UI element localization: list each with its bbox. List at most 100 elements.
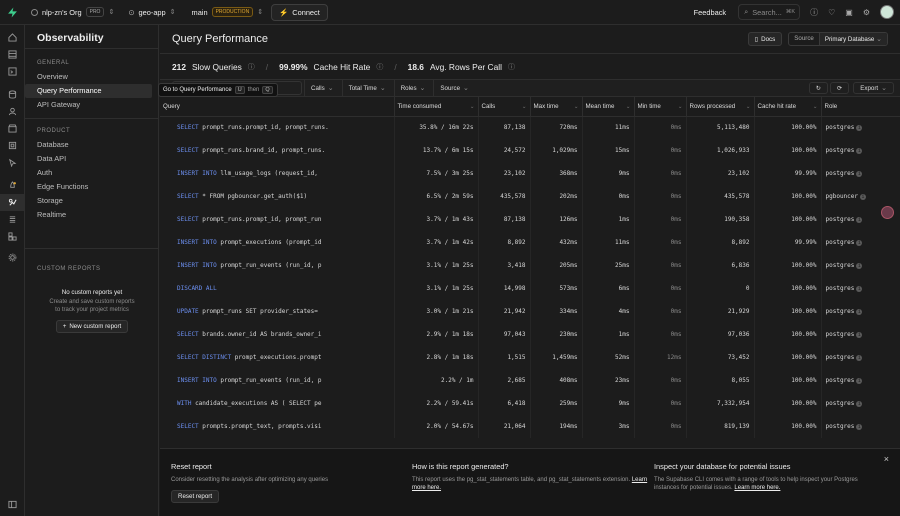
column-header-time-consumed[interactable]: Time consumed ⌄ [394, 97, 479, 117]
role-name: postgres [825, 308, 855, 315]
table-row[interactable]: SELECT * FROM pgbouncer.get_auth($1) 6.5%… [160, 185, 900, 208]
collapse-sidebar-icon[interactable] [0, 496, 25, 513]
edge-functions-icon[interactable] [0, 137, 25, 154]
project-settings-icon[interactable] [0, 249, 25, 266]
learn-more-link[interactable]: Learn more here. [734, 485, 780, 491]
table-row[interactable]: SELECT brands.owner_id AS brands_owner_i… [160, 323, 900, 346]
sidebar-item-overview[interactable]: Overview [25, 70, 158, 84]
floating-assistant-icon[interactable] [881, 206, 894, 219]
info-icon[interactable]: i [856, 262, 863, 269]
project-selector[interactable]: ⊙ geo-app ⇕ [128, 8, 175, 17]
sidebar-item-api-gateway[interactable]: API Gateway [25, 98, 158, 112]
info-icon[interactable]: i [856, 285, 863, 292]
info-icon[interactable]: i [856, 377, 863, 384]
source-selector[interactable]: Source Primary Database ⌄ [788, 32, 888, 46]
table-row[interactable]: SELECT DISTINCT prompt_executions.prompt… [160, 346, 900, 369]
help-icon[interactable]: ⓘ [810, 7, 818, 18]
page-title: Query Performance [172, 33, 268, 45]
column-header-min-time[interactable]: Min time ⌄ [634, 97, 687, 117]
column-header-max-time[interactable]: Max time ⌄ [530, 97, 583, 117]
sidebar-item-storage[interactable]: Storage [25, 194, 158, 208]
table-row[interactable]: INSERT INTO prompt_run_events (run_id, p… [160, 369, 900, 392]
supabase-logo[interactable] [0, 7, 25, 18]
new-custom-report-button[interactable]: + New custom report [55, 320, 129, 333]
observability-icon[interactable] [0, 194, 25, 211]
info-icon[interactable]: i [856, 354, 863, 361]
table-row[interactable]: INSERT INTO llm_usage_logs (request_id, … [160, 162, 900, 185]
info-icon[interactable]: i [856, 216, 863, 223]
storage-icon[interactable] [0, 120, 25, 137]
table-row[interactable]: DISCARD ALL 3.1% / 1m 25s 14,998 573ms 6ms 0m… [160, 277, 900, 300]
home-icon[interactable] [0, 29, 25, 46]
table-row[interactable]: SELECT prompt_runs.brand_id, prompt_runs… [160, 139, 900, 162]
table-row[interactable]: SELECT prompts.prompt_text, prompts.visi… [160, 415, 900, 438]
info-icon[interactable]: i [856, 147, 863, 154]
sidebar-item-query-performance[interactable]: Query Performance [25, 84, 152, 98]
how-generated-title: How is this report generated? [412, 462, 509, 471]
terminal-icon[interactable]: ▣ [845, 8, 853, 17]
auth-icon[interactable] [0, 103, 25, 120]
info-icon[interactable]: i [856, 331, 863, 338]
export-button[interactable]: Export ⌄ [853, 82, 894, 94]
info-icon[interactable]: i [856, 124, 863, 131]
settings-icon[interactable]: ⚙ [863, 8, 870, 17]
column-header-rows-processed[interactable]: Rows processed ⌄ [686, 97, 755, 117]
table-editor-icon[interactable] [0, 46, 25, 63]
org-selector[interactable]: nlp-zn's Org PRO ⇕ [31, 7, 114, 17]
refresh-icon[interactable]: ↻ [808, 82, 829, 94]
branch-selector[interactable]: main PRODUCTION ⇕ [191, 7, 263, 17]
total-time-filter[interactable]: Total Time ⌄ [341, 80, 392, 96]
cache-hit-cell: 99.99% [754, 162, 822, 185]
database-icon[interactable] [0, 86, 25, 103]
table-row[interactable]: WITH candidate_executions AS ( SELECT pe… [160, 392, 900, 415]
column-header-query[interactable]: Query [160, 97, 395, 117]
rows-per-call-value: 18.6 [407, 61, 424, 72]
info-icon[interactable]: i [856, 423, 863, 430]
inspect-db-title: Inspect your database for potential issu… [654, 462, 791, 471]
sidebar-item-realtime[interactable]: Realtime [25, 208, 158, 222]
table-row[interactable]: INSERT INTO prompt_executions (prompt_id… [160, 231, 900, 254]
info-icon[interactable]: i [856, 170, 863, 177]
column-header-role[interactable]: Role [821, 97, 900, 117]
info-icon[interactable]: i [856, 400, 863, 407]
column-header-calls[interactable]: Calls ⌄ [478, 97, 531, 117]
info-icon[interactable]: ⓘ [248, 62, 255, 72]
role-name: postgres [825, 216, 855, 223]
table-row[interactable]: INSERT INTO prompt_run_events (run_id, p… [160, 254, 900, 277]
feedback-button[interactable]: Feedback [694, 8, 726, 17]
column-header-mean-time[interactable]: Mean time ⌄ [582, 97, 635, 117]
sidebar-item-edge-functions[interactable]: Edge Functions [25, 180, 158, 194]
close-icon[interactable]: × [884, 454, 889, 464]
sidebar-item-database[interactable]: Database [25, 138, 158, 152]
column-header-cache-hit-rate[interactable]: Cache hit rate ⌄ [754, 97, 822, 117]
table-row[interactable]: SELECT prompt_runs.prompt_id, prompt_run… [160, 208, 900, 231]
search-input[interactable]: ⌕ Search... ⌘K [738, 4, 801, 20]
realtime-icon[interactable] [0, 154, 25, 171]
info-icon[interactable]: i [856, 308, 863, 315]
calls-filter[interactable]: Calls ⌄ [304, 80, 340, 96]
sidebar-item-auth[interactable]: Auth [25, 166, 158, 180]
avatar[interactable] [880, 5, 894, 19]
info-icon[interactable]: i [856, 239, 863, 246]
observability-sidebar: Observability GENERAL Overview Query Per… [25, 25, 159, 516]
lightbulb-icon[interactable]: ♡ [828, 8, 835, 17]
docs-button[interactable]: ▯ Docs [747, 32, 783, 46]
cache-hit-cell: 100.00% [754, 116, 822, 139]
info-icon[interactable]: ⓘ [508, 62, 515, 72]
table-row[interactable]: UPDATE prompt_runs SET provider_states= 3… [160, 300, 900, 323]
integrations-icon[interactable] [0, 228, 25, 245]
roles-filter[interactable]: Roles ⌄ [393, 80, 432, 96]
connect-button[interactable]: ⚡ Connect [271, 3, 328, 21]
sql-editor-icon[interactable] [0, 63, 25, 80]
reset-report-button[interactable]: Reset report [171, 490, 220, 503]
table-row[interactable]: SELECT prompt_runs.prompt_id, prompt_run… [160, 116, 900, 139]
source-filter[interactable]: Source ⌄ [433, 80, 474, 96]
reload-icon[interactable]: ⟳ [830, 82, 850, 94]
branch-name: main [191, 7, 208, 17]
info-icon[interactable]: ⓘ [376, 62, 383, 72]
info-icon[interactable]: i [860, 193, 867, 200]
logs-icon[interactable] [0, 211, 25, 228]
advisors-icon[interactable] [0, 177, 25, 194]
sidebar-item-data-api[interactable]: Data API [25, 152, 158, 166]
role-name: postgres [825, 400, 855, 407]
